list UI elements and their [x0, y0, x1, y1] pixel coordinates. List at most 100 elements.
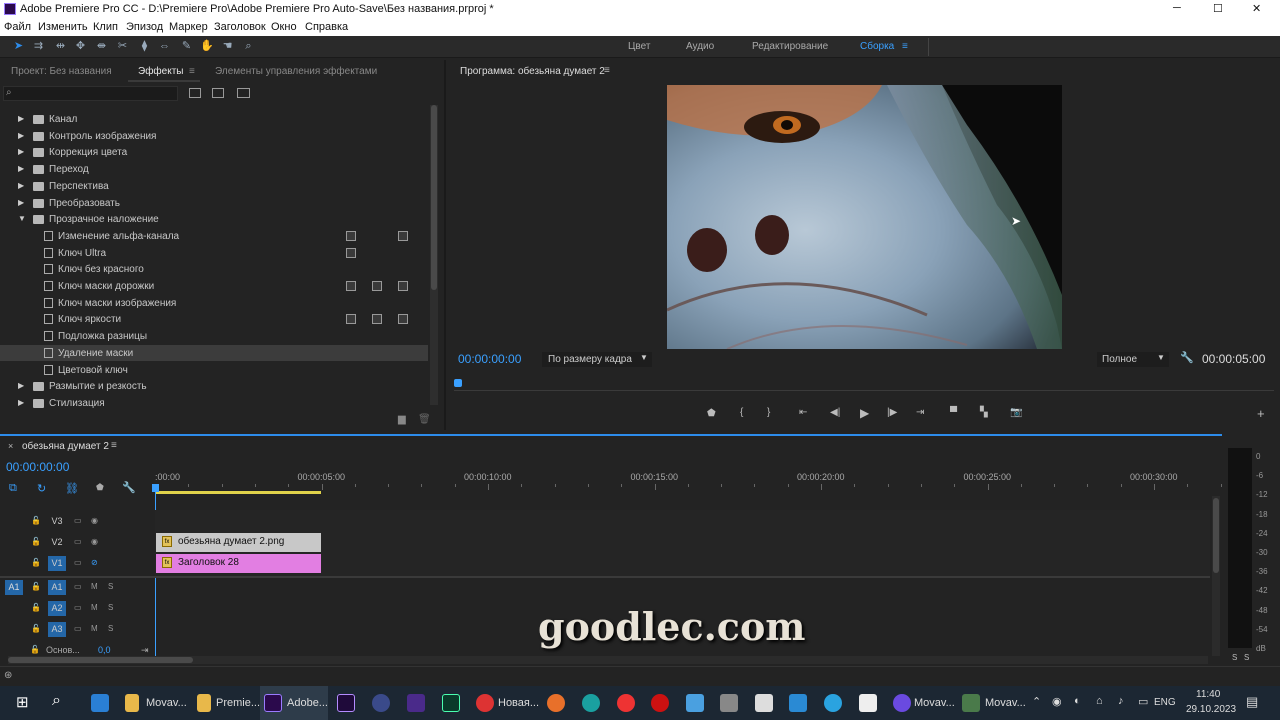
effect-item[interactable]: Ключ маски дорожки — [0, 278, 428, 294]
lock-icon[interactable]: 🔓 — [31, 582, 41, 591]
track-target-v1[interactable]: V1 — [48, 556, 66, 571]
program-scrub-bar[interactable] — [454, 379, 1274, 391]
workspace-menu-icon[interactable]: ≡ — [902, 41, 908, 52]
effect-folder[interactable]: ▶ Стилизация — [0, 395, 428, 411]
disclosure-closed-icon[interactable]: ▶ — [18, 381, 24, 390]
mark-in-icon[interactable]: { — [740, 407, 743, 418]
folder-icon-2[interactable] — [197, 694, 211, 712]
effect-folder[interactable]: ▶ Канал — [0, 111, 428, 127]
track-target-a3[interactable]: A3 — [48, 622, 66, 637]
playhead-marker[interactable] — [454, 379, 462, 387]
mute-button[interactable]: M — [91, 603, 98, 612]
language-indicator[interactable]: ENG — [1154, 697, 1176, 708]
timeline-timecode[interactable]: 00:00:00:00 — [6, 460, 69, 474]
firefox-icon[interactable] — [547, 694, 565, 712]
add-marker-icon[interactable]: ⬟ — [707, 408, 716, 419]
search-icon-taskbar[interactable]: ⌕ — [52, 692, 61, 710]
new-folder-icon[interactable]: ▆ — [398, 414, 406, 425]
playhead-head[interactable] — [152, 484, 159, 492]
go-to-out-icon[interactable]: ⇥ — [916, 407, 924, 418]
sequence-tab[interactable]: обезьяна думает 2 — [22, 441, 109, 452]
track-select-icon[interactable]: ⇉ — [32, 40, 45, 53]
solo-button[interactable]: S — [108, 603, 113, 612]
sync-lock-icon[interactable]: ▭ — [74, 624, 82, 633]
track-target-a2[interactable]: A2 — [48, 601, 66, 616]
effect-item[interactable]: Подложка разницы — [0, 328, 428, 344]
nest-icon[interactable]: ⧉ — [9, 482, 17, 495]
sync-lock-icon[interactable]: ▭ — [74, 558, 82, 567]
disclosure-open-icon[interactable]: ▼ — [18, 214, 26, 223]
solo-button[interactable]: S — [108, 624, 113, 633]
effect-folder[interactable]: ▶ Перспектива — [0, 178, 428, 194]
disclosure-closed-icon[interactable]: ▶ — [18, 131, 24, 140]
maximize-button[interactable]: ☐ — [1213, 2, 1223, 15]
tab-effect-controls[interactable]: Элементы управления эффектами — [215, 66, 377, 77]
close-button[interactable]: ✕ — [1252, 2, 1261, 15]
clip-v2[interactable]: fx обезьяна думает 2.png — [156, 533, 321, 552]
menu-clip[interactable]: Клип — [93, 21, 118, 33]
effect-folder[interactable]: ▶ Переход — [0, 161, 428, 177]
effects-scroll-thumb[interactable] — [431, 105, 437, 290]
chrome-icon[interactable] — [476, 694, 494, 712]
disclosure-closed-icon[interactable]: ▶ — [18, 147, 24, 156]
clock-time[interactable]: 11:40 — [1196, 689, 1220, 700]
tab-effects[interactable]: Эффекты — [138, 66, 183, 77]
lock-icon[interactable]: 🔓 — [31, 624, 41, 633]
menu-help[interactable]: Справка — [305, 21, 348, 33]
effect-item[interactable]: Удаление маски — [0, 344, 428, 361]
export-frame-icon[interactable]: 📷 — [1010, 407, 1022, 418]
app-icon-white[interactable] — [755, 694, 773, 712]
close-sequence-icon[interactable]: × — [8, 441, 13, 451]
premiere-icon[interactable] — [264, 694, 282, 712]
disclosure-closed-icon[interactable]: ▶ — [18, 198, 24, 207]
clock-date[interactable]: 29.10.2023 — [1186, 704, 1236, 715]
extract-icon[interactable]: ▚ — [980, 407, 988, 418]
track-target-v3[interactable]: V3 — [48, 514, 66, 529]
effect-item[interactable]: Изменение альфа-канала — [0, 228, 428, 244]
work-area-bar[interactable] — [155, 491, 321, 494]
after-effects-icon[interactable] — [337, 694, 355, 712]
track-target-v2[interactable]: V2 — [48, 535, 66, 550]
lock-icon[interactable]: 🔓 — [31, 558, 41, 567]
menu-file[interactable]: Файл — [4, 21, 31, 33]
battery-icon[interactable]: ▭ — [1138, 695, 1148, 708]
hand-tool-icon-2[interactable]: ☚ — [221, 40, 234, 53]
go-to-in-icon[interactable]: ⇤ — [799, 407, 807, 418]
chevron-up-icon[interactable]: ⌃ — [1032, 695, 1041, 708]
lift-icon[interactable]: ▀ — [950, 407, 957, 418]
tray-icon-1[interactable]: ◉ — [1052, 695, 1062, 708]
disclosure-closed-icon[interactable]: ▶ — [18, 181, 24, 190]
menu-marker[interactable]: Маркер — [169, 21, 208, 33]
timeline-hscrollbar[interactable] — [8, 656, 1208, 664]
workspace-editing[interactable]: Редактирование — [752, 41, 828, 52]
folder-icon[interactable] — [125, 694, 139, 712]
eye-icon[interactable]: ◉ — [91, 537, 98, 546]
slide-icon[interactable]: ⇔ — [158, 40, 171, 53]
app-icon-gray[interactable] — [720, 694, 738, 712]
razor-icon[interactable]: ✂ — [116, 40, 129, 53]
effects-tab-menu-icon[interactable]: ≡ — [189, 66, 195, 77]
telegram-icon[interactable] — [824, 694, 842, 712]
disclosure-closed-icon[interactable]: ▶ — [18, 164, 24, 173]
step-forward-icon[interactable]: |▶ — [887, 407, 897, 418]
workspace-color[interactable]: Цвет — [628, 41, 650, 52]
mark-out-icon[interactable]: } — [767, 407, 770, 418]
sync-lock-icon[interactable]: ▭ — [74, 537, 82, 546]
search-input[interactable]: ⌕ — [3, 86, 178, 101]
zoom-dropdown[interactable]: По размеру кадра ▼ — [542, 352, 652, 367]
app-icon-doc[interactable] — [859, 694, 877, 712]
effect-item[interactable]: Ключ Ultra — [0, 245, 428, 261]
program-timecode[interactable]: 00:00:00:00 — [458, 352, 521, 366]
program-menu-icon[interactable]: ≡ — [604, 65, 610, 76]
menu-window[interactable]: Окно — [271, 21, 297, 33]
pen-tool-icon[interactable]: ✎ — [180, 40, 193, 53]
slip-icon[interactable]: ⧫ — [138, 40, 151, 53]
effect-item[interactable]: Ключ без красного — [0, 261, 428, 277]
zoom-tool-icon[interactable]: ⌕ — [242, 40, 255, 53]
sequence-menu-icon[interactable]: ≡ — [111, 440, 117, 451]
rolling-edit-icon[interactable]: ✥ — [74, 40, 87, 53]
wrench-icon[interactable]: 🔧 — [1180, 351, 1194, 364]
selection-tool-icon[interactable]: ➤ — [12, 40, 25, 53]
yandex-icon[interactable] — [617, 694, 635, 712]
sync-lock-icon[interactable]: ▭ — [74, 603, 82, 612]
